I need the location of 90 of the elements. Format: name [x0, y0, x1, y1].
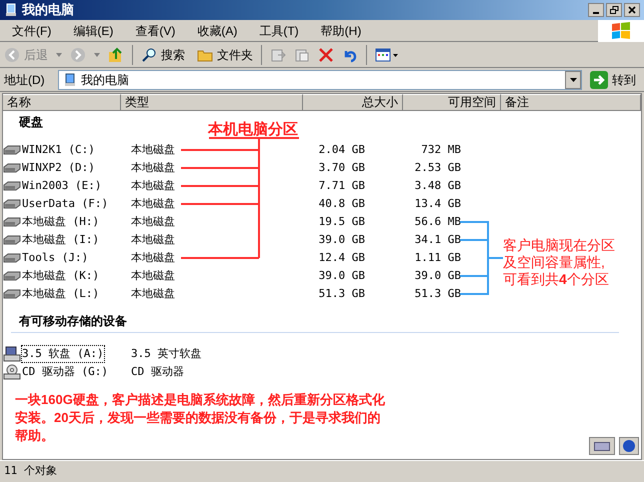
folders-button[interactable]: 文件夹 — [197, 46, 253, 64]
annotation-text: 一块160G硬盘，客户描述是电脑系统故障，然后重新分区格式化安装。20天后，发现一些需要的数据没有备份，于是寻求我们的帮助。 — [15, 391, 386, 445]
table-cell: 本地磁盘 — [131, 286, 175, 300]
drive-name[interactable]: WIN2K1 (C:) — [22, 142, 95, 158]
column-header[interactable]: 类型 — [121, 94, 303, 111]
table-cell: 19.5 GB — [318, 214, 365, 228]
delete-icon[interactable] — [318, 46, 334, 62]
views-icon[interactable] — [375, 46, 399, 62]
table-cell: 3.5 英寸软盘 — [131, 346, 202, 360]
annotation-text: 及空间容量属性, — [503, 254, 606, 271]
column-header[interactable]: 可用空间 — [403, 94, 501, 111]
address-label: 地址(D) — [4, 72, 46, 88]
menu-item[interactable]: 编辑(E) — [69, 22, 118, 40]
column-header[interactable]: 名称 — [3, 94, 121, 111]
annotation-text: 客户电脑现在分区 — [503, 237, 615, 254]
drive-name[interactable]: Tools (J:) — [22, 250, 88, 266]
table-cell: 本地磁盘 — [131, 196, 175, 210]
group-header: 硬盘 — [19, 114, 43, 131]
minimize-button[interactable] — [588, 3, 604, 17]
move-to-icon[interactable] — [270, 46, 286, 62]
menu-item[interactable]: 文件(F) — [8, 22, 56, 40]
table-cell: 3.48 GB — [414, 178, 461, 192]
table-cell: 本地磁盘 — [131, 160, 175, 174]
search-icon — [141, 46, 157, 62]
search-button[interactable]: 搜索 — [141, 46, 185, 64]
address-field[interactable]: 我的电脑 — [58, 70, 582, 90]
table-cell: 51.3 GB — [318, 286, 365, 300]
menu-item[interactable]: 收藏(A) — [193, 22, 242, 40]
column-header[interactable]: 总大小 — [303, 94, 403, 111]
windows-logo-icon — [611, 22, 631, 40]
drive-name[interactable]: 本地磁盘 (I:) — [22, 232, 100, 248]
dropdown-caret-icon[interactable] — [94, 52, 100, 56]
drive-name[interactable]: Win2003 (E:) — [22, 178, 102, 194]
table-cell: 12.4 GB — [318, 250, 365, 264]
table-cell: 732 MB — [421, 142, 461, 156]
table-cell: 3.70 GB — [318, 160, 365, 174]
go-button[interactable]: 转到 — [586, 70, 640, 88]
folder-icon — [197, 48, 213, 62]
minimize-icon — [593, 12, 599, 14]
drive-name[interactable]: WINXP2 (D:) — [22, 160, 95, 176]
computer-icon — [63, 72, 77, 86]
table-cell: 39.0 GB — [318, 268, 365, 282]
dropdown-button[interactable] — [565, 70, 581, 88]
drive-name[interactable]: 3.5 软盘 (A:) — [22, 346, 104, 362]
help-button[interactable] — [619, 437, 639, 455]
table-cell: 39.0 GB — [318, 232, 365, 246]
drive-name[interactable]: CD 驱动器 (G:) — [22, 364, 108, 380]
table-cell: 本地磁盘 — [131, 232, 175, 246]
table-cell: 51.3 GB — [414, 286, 461, 300]
close-icon — [628, 6, 636, 14]
folder-up-icon[interactable] — [108, 46, 124, 62]
drive-name[interactable]: 本地磁盘 (K:) — [22, 268, 100, 284]
table-cell: 39.0 GB — [414, 268, 461, 282]
dropdown-caret-icon[interactable] — [56, 52, 62, 56]
table-cell: 2.04 GB — [318, 142, 365, 156]
table-cell: 本地磁盘 — [131, 250, 175, 264]
table-cell: 56.6 MB — [414, 214, 461, 228]
drive-name[interactable]: 本地磁盘 (L:) — [22, 286, 100, 302]
window-title: 我的电脑 — [22, 1, 74, 20]
table-cell: 本地磁盘 — [131, 214, 175, 228]
status-text: 11 个对象 — [4, 463, 57, 480]
table-cell: CD 驱动器 — [131, 364, 184, 378]
table-cell: 本地磁盘 — [131, 178, 175, 192]
table-cell: 1.11 GB — [414, 250, 461, 264]
table-cell: 40.8 GB — [318, 196, 365, 210]
menu-item[interactable]: 工具(T) — [255, 22, 303, 40]
table-cell: 34.1 GB — [414, 232, 461, 246]
dropdown-caret-icon — [570, 78, 576, 82]
restore-icon — [610, 6, 618, 14]
table-cell: 本地磁盘 — [131, 268, 175, 282]
group-header: 有可移动存储的设备 — [19, 313, 127, 330]
floppy-drive-icon — [3, 346, 21, 362]
help-icon — [623, 440, 635, 452]
restore-button[interactable] — [606, 3, 622, 17]
table-cell: 7.71 GB — [318, 178, 365, 192]
menu-item[interactable]: 帮助(H) — [316, 22, 366, 40]
table-cell: 13.4 GB — [414, 196, 461, 210]
keyboard-button[interactable] — [589, 437, 615, 455]
drive-name[interactable]: UserData (F:) — [22, 196, 108, 212]
keyboard-icon — [594, 442, 610, 450]
table-cell: 本地磁盘 — [131, 142, 175, 156]
column-header[interactable]: 备注 — [501, 94, 641, 111]
annotation-label: 本机电脑分区 — [208, 121, 298, 139]
drive-name[interactable]: 本地磁盘 (H:) — [22, 214, 100, 230]
annotation-text: 可看到共4个分区 — [503, 271, 610, 288]
computer-icon — [4, 3, 18, 17]
table-cell: 2.53 GB — [414, 160, 461, 174]
copy-to-icon[interactable] — [294, 46, 310, 62]
close-button[interactable] — [624, 3, 640, 17]
menu-item[interactable]: 查看(V) — [131, 22, 180, 40]
